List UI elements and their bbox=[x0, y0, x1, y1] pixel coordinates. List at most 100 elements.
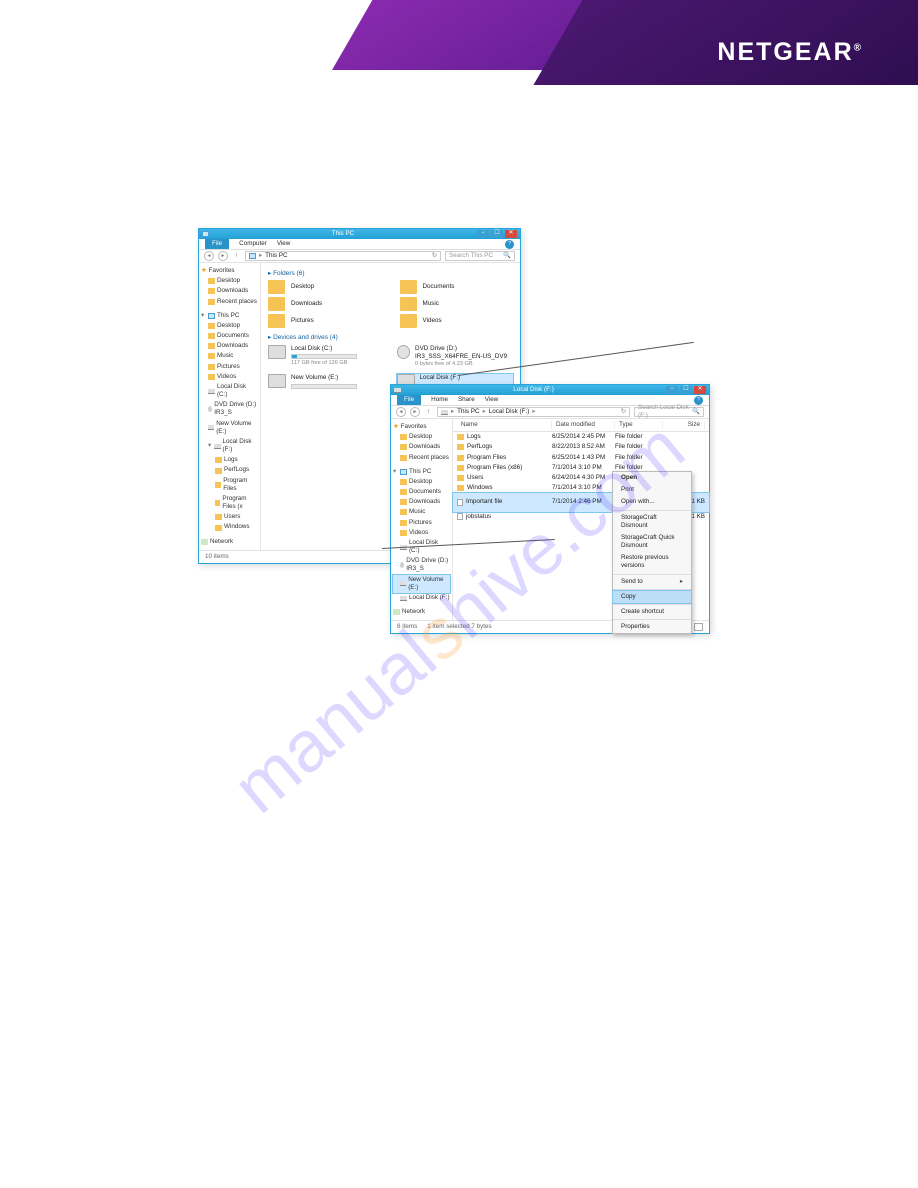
minimize-button[interactable]: − bbox=[477, 230, 489, 238]
computer-tab[interactable]: Computer bbox=[239, 240, 267, 248]
home-tab[interactable]: Home bbox=[431, 396, 448, 404]
crumb-local-disk-f[interactable]: Local Disk (F:) bbox=[489, 408, 530, 416]
close-button[interactable]: ✕ bbox=[694, 386, 706, 394]
menu-item[interactable]: StorageCraft Quick Dismount bbox=[613, 532, 691, 552]
address-bar[interactable]: ▸ This PC ↻ bbox=[245, 251, 441, 261]
file-row[interactable]: PerfLogs8/22/2013 8:52 AMFile folder bbox=[453, 442, 709, 452]
tree-item[interactable]: Desktop bbox=[393, 477, 450, 487]
twisty-icon: ▾ bbox=[208, 442, 212, 450]
drive-e[interactable]: New Volume (E:) bbox=[268, 374, 385, 396]
tree-item[interactable]: Downloads bbox=[393, 497, 450, 507]
tree-item[interactable]: Videos bbox=[201, 372, 258, 382]
drive-dvd[interactable]: DVD Drive (D:) IR3_SSS_X64FRE_EN-US_DV9 … bbox=[397, 345, 514, 369]
folder-pictures[interactable]: Pictures bbox=[268, 314, 382, 328]
tree-item[interactable]: Local Disk (C:) bbox=[201, 382, 258, 400]
menu-item[interactable]: Create shortcut bbox=[613, 606, 691, 618]
menu-item[interactable]: Restore previous versions bbox=[613, 552, 691, 572]
view-large-icon[interactable] bbox=[694, 623, 703, 631]
menu-item[interactable]: Open with... bbox=[613, 496, 691, 508]
menu-item[interactable]: StorageCraft Dismount bbox=[613, 512, 691, 532]
minimize-button[interactable]: − bbox=[666, 386, 678, 394]
address-bar[interactable]: ▸ This PC ▸ Local Disk (F:) ▸ ↻ bbox=[437, 407, 630, 417]
tree-item[interactable]: Videos bbox=[393, 528, 450, 538]
col-size[interactable]: Size bbox=[663, 421, 705, 429]
refresh-icon[interactable]: ↻ bbox=[432, 252, 437, 260]
up-button[interactable]: ↑ bbox=[232, 252, 241, 261]
tree-item[interactable]: DVD Drive (D:) IR3_S bbox=[201, 400, 258, 418]
tree-this-pc[interactable]: ▾This PC bbox=[201, 311, 258, 321]
menu-item[interactable]: Copy bbox=[613, 591, 691, 603]
folder-desktop[interactable]: Desktop bbox=[268, 280, 382, 294]
menu-item[interactable]: Send to bbox=[613, 576, 691, 588]
menu-item[interactable]: Open bbox=[613, 472, 691, 484]
file-row[interactable]: Logs6/25/2014 2:45 PMFile folder bbox=[453, 432, 709, 442]
forward-button[interactable]: ► bbox=[410, 407, 420, 417]
window-buttons: − ☐ ✕ bbox=[477, 230, 517, 238]
tree-item[interactable]: DVD Drive (D:) IR3_S bbox=[393, 556, 450, 574]
tree-item[interactable]: Documents bbox=[201, 331, 258, 341]
col-type[interactable]: Type bbox=[615, 421, 663, 429]
maximize-button[interactable]: ☐ bbox=[491, 230, 503, 238]
search-icon: 🔍 bbox=[503, 252, 511, 260]
tree-local-disk-f[interactable]: ▾Local Disk (F:) bbox=[201, 437, 258, 455]
tree-item[interactable]: PerfLogs bbox=[201, 465, 258, 475]
folder-videos[interactable]: Videos bbox=[400, 314, 514, 328]
col-name[interactable]: Name bbox=[457, 421, 552, 429]
file-tab[interactable]: File bbox=[397, 395, 421, 405]
file-tab[interactable]: File bbox=[205, 239, 229, 249]
tree-item[interactable]: Pictures bbox=[393, 518, 450, 528]
tree-item[interactable]: Users bbox=[201, 512, 258, 522]
search-box[interactable]: Search Local Disk (F:) 🔍 bbox=[634, 407, 704, 417]
up-button[interactable]: ↑ bbox=[424, 408, 433, 417]
search-box[interactable]: Search This PC 🔍 bbox=[445, 251, 515, 261]
tree-network[interactable]: Network bbox=[201, 537, 258, 547]
view-tab[interactable]: View bbox=[277, 240, 291, 248]
devices-section-header[interactable]: ▸ Devices and drives (4) bbox=[268, 334, 513, 342]
view-tab[interactable]: View bbox=[485, 396, 499, 404]
tree-item[interactable]: Windows bbox=[201, 522, 258, 532]
tree-local-disk-f[interactable]: Local Disk (F:) bbox=[393, 593, 450, 603]
menu-item[interactable]: Print bbox=[613, 484, 691, 496]
menu-item[interactable]: Properties bbox=[613, 621, 691, 633]
forward-button[interactable]: ► bbox=[218, 251, 228, 261]
crumb-this-pc[interactable]: This PC bbox=[457, 408, 479, 416]
tree-item[interactable]: Music bbox=[201, 351, 258, 361]
tree-item[interactable]: Downloads bbox=[201, 341, 258, 351]
close-button[interactable]: ✕ bbox=[505, 230, 517, 238]
file-row[interactable]: Program Files6/25/2014 1:43 PMFile folde… bbox=[453, 453, 709, 463]
folder-music[interactable]: Music bbox=[400, 297, 514, 311]
folder-downloads[interactable]: Downloads bbox=[268, 297, 382, 311]
tree-item[interactable]: Music bbox=[393, 507, 450, 517]
tree-network[interactable]: Network bbox=[393, 607, 450, 617]
help-button[interactable]: ? bbox=[505, 240, 514, 249]
tree-favorites[interactable]: ★Favorites bbox=[393, 422, 450, 432]
tree-item[interactable]: Desktop bbox=[393, 432, 450, 442]
folder-icon bbox=[457, 475, 464, 481]
tree-item[interactable]: Logs bbox=[201, 455, 258, 465]
tree-favorites[interactable]: ★Favorites bbox=[201, 266, 258, 276]
drive-c[interactable]: Local Disk (C:) 117 GB free of 126 GB bbox=[268, 345, 385, 369]
tree-item[interactable]: New Volume (E:) bbox=[201, 419, 258, 437]
refresh-icon[interactable]: ↻ bbox=[621, 408, 626, 416]
col-date[interactable]: Date modified bbox=[552, 421, 615, 429]
tree-new-volume-e[interactable]: New Volume (E:) bbox=[393, 575, 450, 593]
tree-item[interactable]: Downloads bbox=[393, 442, 450, 452]
tree-this-pc[interactable]: ▾This PC bbox=[393, 467, 450, 477]
star-icon: ★ bbox=[393, 423, 399, 431]
share-tab[interactable]: Share bbox=[458, 396, 475, 404]
back-button[interactable]: ◄ bbox=[396, 407, 406, 417]
folders-section-header[interactable]: ▸ Folders (6) bbox=[268, 270, 513, 278]
maximize-button[interactable]: ☐ bbox=[680, 386, 692, 394]
tree-item[interactable]: Recent places bbox=[393, 453, 450, 463]
back-button[interactable]: ◄ bbox=[204, 251, 214, 261]
tree-item[interactable]: Desktop bbox=[201, 321, 258, 331]
tree-item[interactable]: Program Files bbox=[201, 476, 258, 494]
tree-item[interactable]: Desktop bbox=[201, 276, 258, 286]
tree-item[interactable]: Pictures bbox=[201, 362, 258, 372]
tree-item[interactable]: Downloads bbox=[201, 286, 258, 296]
folder-documents[interactable]: Documents bbox=[400, 280, 514, 294]
tree-item[interactable]: Documents bbox=[393, 487, 450, 497]
tree-item[interactable]: Recent places bbox=[201, 297, 258, 307]
help-button[interactable]: ? bbox=[694, 396, 703, 405]
tree-item[interactable]: Program Files (x bbox=[201, 494, 258, 512]
